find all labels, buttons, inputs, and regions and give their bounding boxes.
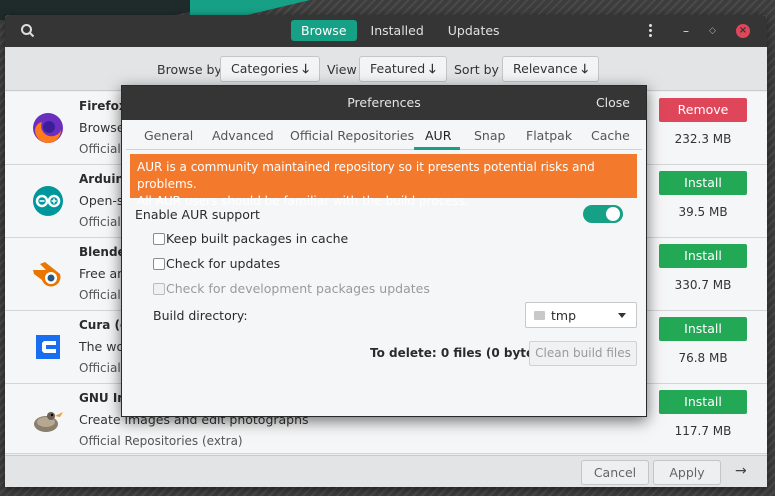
tab-general[interactable]: General <box>144 128 193 143</box>
preferences-dialog: Preferences Close General Advanced Offic… <box>121 85 647 417</box>
check-dev-updates-label: Check for development packages updates <box>166 281 430 296</box>
close-icon[interactable]: × <box>736 24 750 38</box>
enable-aur-label: Enable AUR support <box>135 207 260 222</box>
keep-built-label: Keep built packages in cache <box>166 231 349 246</box>
package-repo: Official Repositories (extra) <box>79 434 243 448</box>
tab-advanced[interactable]: Advanced <box>212 128 274 143</box>
to-delete-summary: To delete: 0 files (0 bytes) <box>370 346 547 360</box>
package-size: 330.7 MB <box>674 278 732 292</box>
package-size: 117.7 MB <box>674 424 732 438</box>
package-size: 232.3 MB <box>674 132 732 146</box>
view-label: View <box>327 62 357 77</box>
arrow-down-icon: 🡓 <box>581 61 589 76</box>
firefox-icon <box>30 110 66 146</box>
maximize-icon[interactable]: ◇ <box>709 25 719 37</box>
tab-installed[interactable]: Installed <box>361 20 434 41</box>
check-updates-label: Check for updates <box>166 256 281 271</box>
tab-official-repositories[interactable]: Official Repositories <box>290 128 414 143</box>
chevron-down-icon <box>618 313 626 318</box>
blender-icon <box>30 256 66 292</box>
dialog-header: Preferences Close <box>122 86 646 120</box>
dialog-title: Preferences <box>347 95 421 110</box>
build-directory-select[interactable]: tmp <box>525 302 637 328</box>
sort-value: Relevance <box>513 61 578 76</box>
bottom-bar: Cancel Apply → <box>5 455 767 487</box>
folder-icon <box>534 311 545 320</box>
switch-knob <box>606 207 620 221</box>
install-button[interactable]: Install <box>659 317 747 341</box>
dialog-close-button[interactable]: Close <box>596 95 630 110</box>
build-directory-label: Build directory: <box>153 308 248 323</box>
tab-browse[interactable]: Browse <box>291 20 357 41</box>
minimize-icon[interactable]: – <box>683 25 693 37</box>
categories-button[interactable]: Categories 🡓 <box>220 56 320 82</box>
active-tab-indicator <box>414 147 460 150</box>
package-desc: Browse <box>79 120 125 135</box>
tab-snap[interactable]: Snap <box>474 128 505 143</box>
tab-cache[interactable]: Cache <box>591 128 630 143</box>
browse-by-label: Browse by <box>157 62 222 77</box>
package-title: Firefox <box>79 99 127 113</box>
arrow-down-icon: 🡓 <box>429 61 436 76</box>
header-tabs: Browse Installed Updates <box>291 20 510 41</box>
package-repo: Official <box>79 215 121 229</box>
package-repo: Official <box>79 288 121 302</box>
categories-label: Categories <box>231 61 299 76</box>
arduino-icon <box>30 183 66 219</box>
gimp-icon <box>30 402 66 438</box>
package-repo: Official <box>79 142 121 156</box>
cancel-button[interactable]: Cancel <box>581 460 649 485</box>
tab-flatpak[interactable]: Flatpak <box>526 128 572 143</box>
arrow-down-icon: 🡓 <box>302 61 309 76</box>
install-button[interactable]: Install <box>659 390 747 414</box>
package-repo: Official <box>79 361 121 375</box>
install-button[interactable]: Install <box>659 171 747 195</box>
view-value: Featured <box>370 61 426 76</box>
apply-button[interactable]: Apply <box>653 460 721 485</box>
arrow-right-icon[interactable]: → <box>735 463 747 479</box>
enable-aur-switch[interactable] <box>583 205 623 223</box>
view-button[interactable]: Featured 🡓 <box>359 56 447 82</box>
tab-aur[interactable]: AUR <box>425 128 451 143</box>
menu-icon[interactable] <box>645 22 655 40</box>
clean-build-files-button[interactable]: Clean build files <box>529 341 637 366</box>
sort-by-label: Sort by <box>454 62 499 77</box>
package-title: Cura (c <box>79 318 128 332</box>
install-button[interactable]: Install <box>659 244 747 268</box>
header-bar: Browse Installed Updates – ◇ × <box>5 15 767 47</box>
search-icon[interactable] <box>19 22 37 40</box>
preferences-tabs: General Advanced Official Repositories A… <box>126 124 642 150</box>
sort-button[interactable]: Relevance 🡓 <box>502 56 600 82</box>
package-size: 76.8 MB <box>678 351 728 365</box>
keep-built-checkbox[interactable] <box>153 233 165 245</box>
build-directory-value: tmp <box>551 308 577 323</box>
cura-icon <box>30 329 66 365</box>
remove-button[interactable]: Remove <box>659 98 747 122</box>
package-size: 39.5 MB <box>678 205 728 219</box>
tab-updates[interactable]: Updates <box>438 20 510 41</box>
check-updates-checkbox[interactable] <box>153 258 165 270</box>
aur-warning-banner: AUR is a community maintained repository… <box>130 154 637 208</box>
check-dev-updates-checkbox <box>153 283 165 295</box>
warning-line-1: AUR is a community maintained repository… <box>137 160 595 191</box>
